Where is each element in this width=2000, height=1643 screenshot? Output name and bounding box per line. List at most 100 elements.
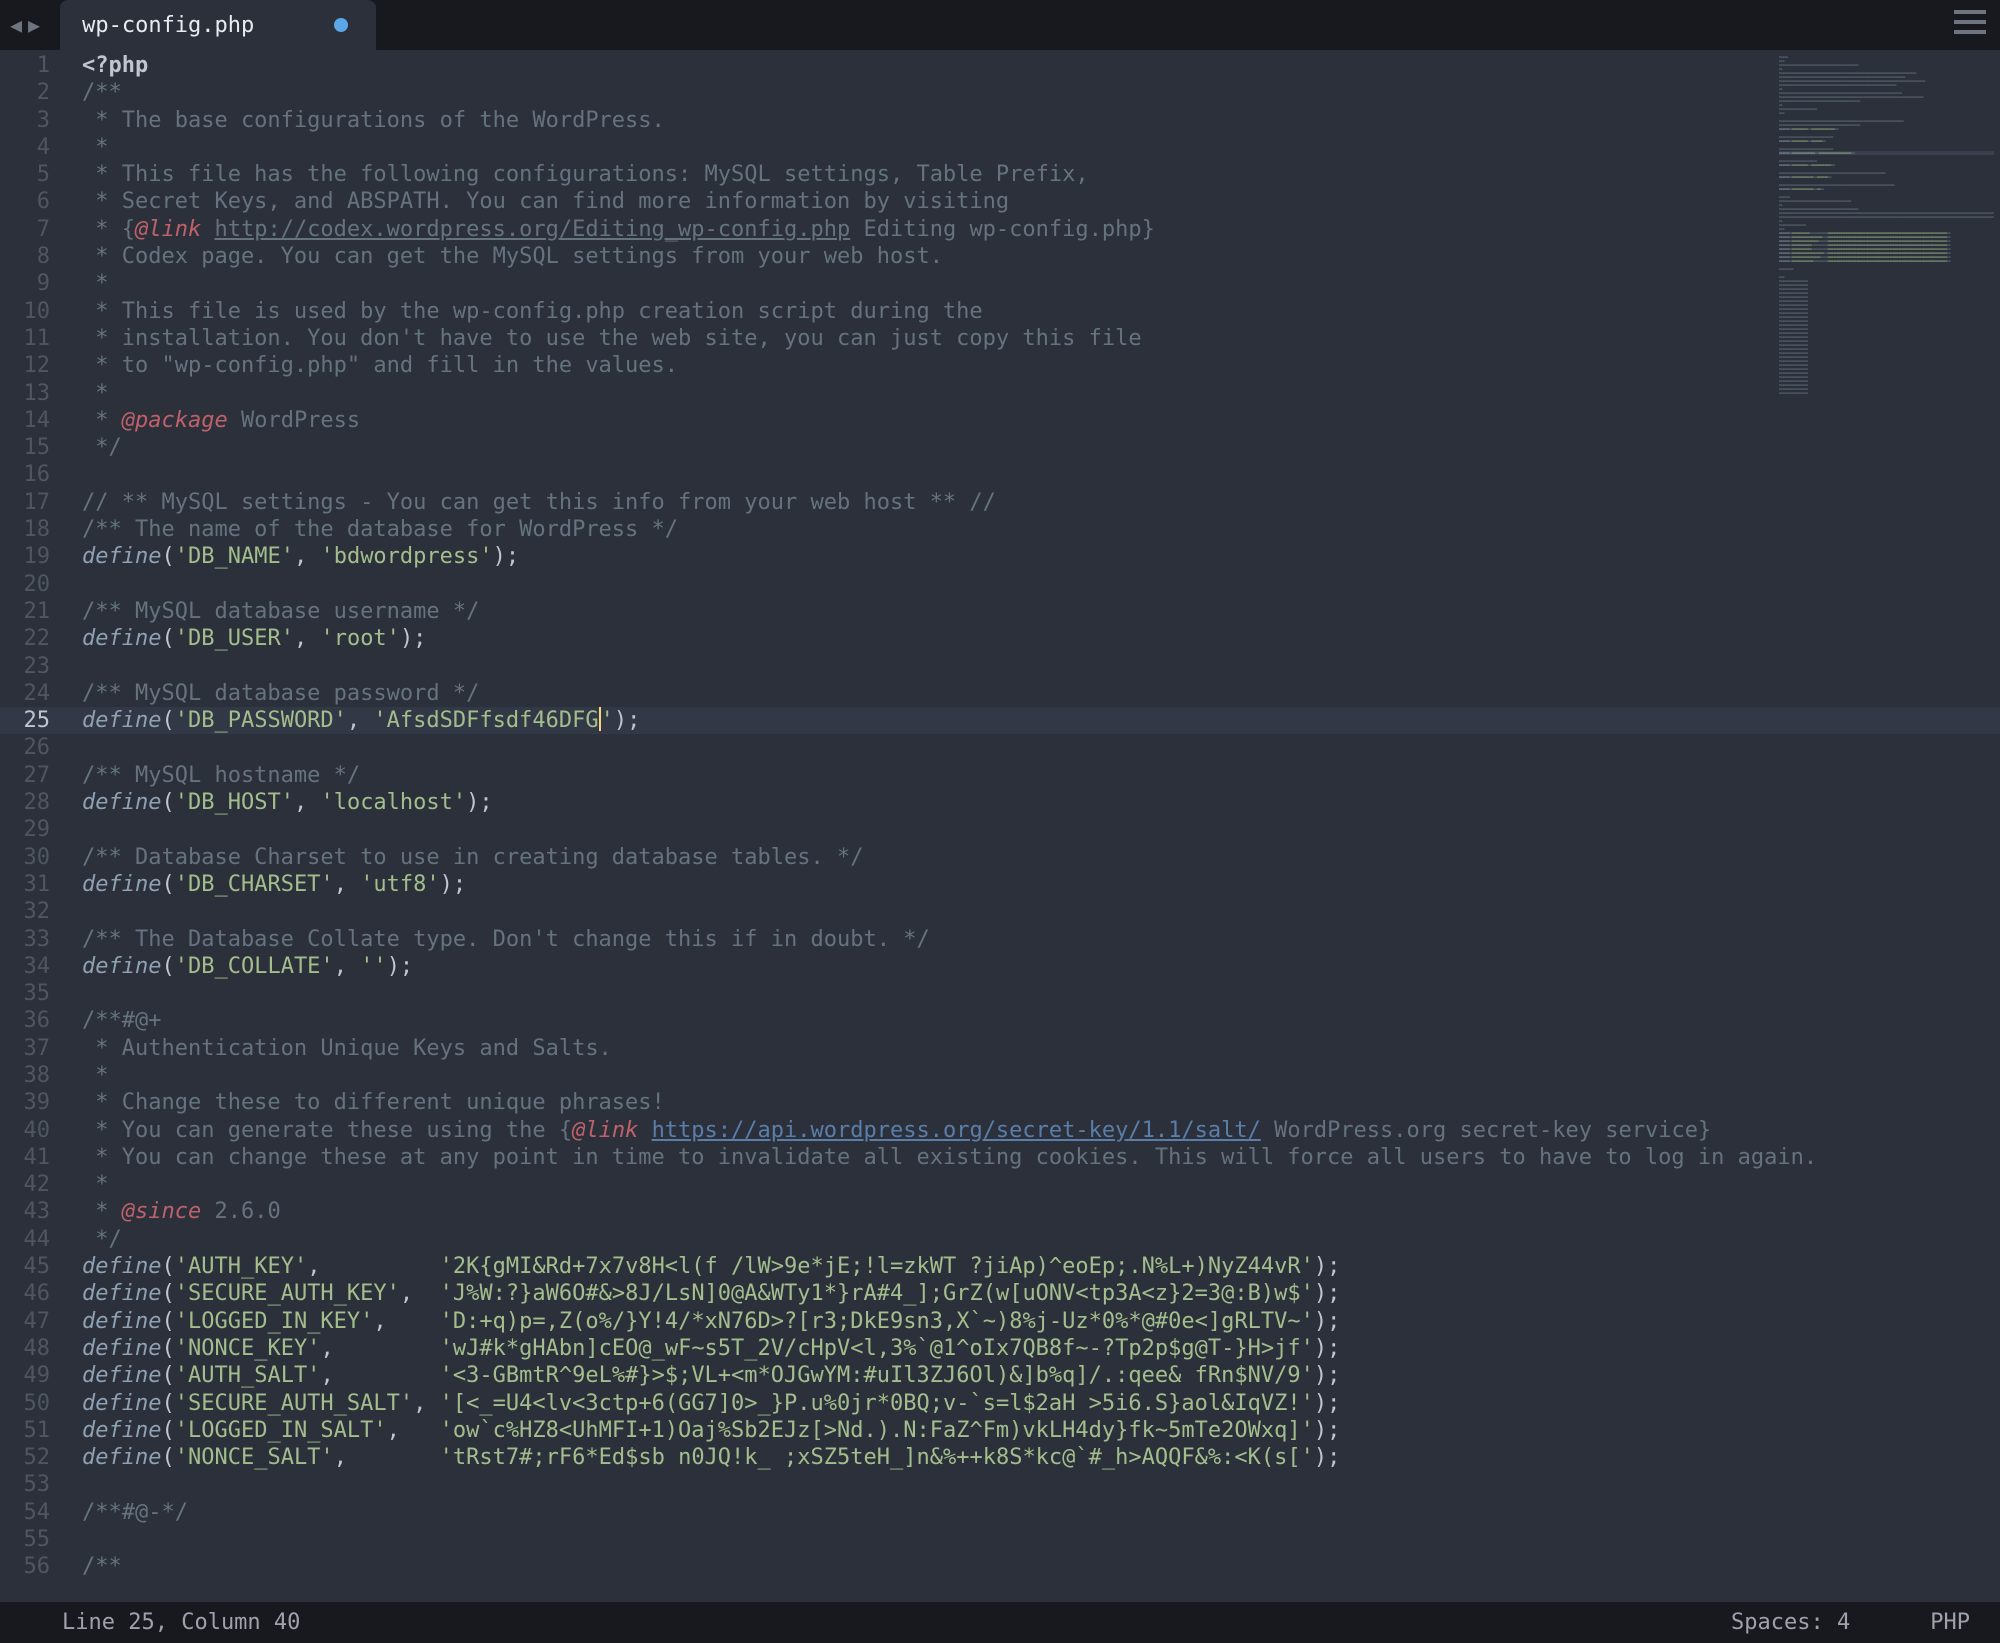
line-number: 10 (0, 298, 62, 325)
code-line[interactable]: /** (82, 79, 2000, 106)
title-bar: ◀ ▶ wp-config.php (0, 0, 2000, 50)
line-number: 41 (0, 1144, 62, 1171)
code-line[interactable]: define('DB_USER', 'root'); (82, 625, 2000, 652)
syntax-mode[interactable]: PHP (1930, 1610, 1970, 1635)
code-line[interactable]: /** MySQL database username */ (82, 598, 2000, 625)
line-number: 5 (0, 161, 62, 188)
line-number: 2 (0, 79, 62, 106)
code-line[interactable]: * (82, 270, 2000, 297)
code-line[interactable]: */ (82, 1226, 2000, 1253)
code-line[interactable]: define('DB_NAME', 'bdwordpress'); (82, 543, 2000, 570)
code-line[interactable]: * to "wp-config.php" and fill in the val… (82, 352, 2000, 379)
code-line[interactable] (82, 816, 2000, 843)
line-number: 38 (0, 1062, 62, 1089)
code-line[interactable] (82, 1471, 2000, 1498)
code-line[interactable]: define('NONCE_KEY', 'wJ#k*gHAbn]cEO@_wF~… (82, 1335, 2000, 1362)
code-line[interactable]: define('DB_CHARSET', 'utf8'); (82, 871, 2000, 898)
code-line[interactable]: * @package WordPress (82, 407, 2000, 434)
code-line[interactable]: /** MySQL database password */ (82, 680, 2000, 707)
line-number: 56 (0, 1553, 62, 1580)
line-number: 29 (0, 816, 62, 843)
code-line[interactable]: define('NONCE_SALT', 'tRst7#;rF6*Ed$sb n… (82, 1444, 2000, 1471)
code-line[interactable]: /** The Database Collate type. Don't cha… (82, 926, 2000, 953)
code-line[interactable]: define('SECURE_AUTH_KEY', 'J%W:?}aW6O#&>… (82, 1280, 2000, 1307)
cursor-position[interactable]: Line 25, Column 40 (62, 1610, 300, 1635)
code-line[interactable]: * (82, 1062, 2000, 1089)
line-number: 14 (0, 407, 62, 434)
code-line[interactable]: // ** MySQL settings - You can get this … (82, 489, 2000, 516)
code-line[interactable]: * This file is used by the wp-config.php… (82, 298, 2000, 325)
line-number: 27 (0, 762, 62, 789)
code-line[interactable]: * Authentication Unique Keys and Salts. (82, 1035, 2000, 1062)
line-number: 51 (0, 1417, 62, 1444)
code-line[interactable] (82, 571, 2000, 598)
code-editor[interactable]: <?php/** * The base configurations of th… (62, 50, 2000, 1602)
code-line[interactable]: /** (82, 1553, 2000, 1580)
code-line[interactable]: * Codex page. You can get the MySQL sett… (82, 243, 2000, 270)
line-number: 54 (0, 1499, 62, 1526)
code-line[interactable] (82, 1526, 2000, 1553)
editor-area: 1234567891011121314151617181920212223242… (0, 50, 2000, 1602)
menu-icon[interactable] (1954, 10, 1986, 34)
code-line[interactable]: * installation. You don't have to use th… (82, 325, 2000, 352)
code-line[interactable]: define('DB_PASSWORD', 'AfsdSDFfsdf46DFG'… (62, 707, 2000, 734)
line-number: 34 (0, 953, 62, 980)
code-line[interactable]: * Secret Keys, and ABSPATH. You can find… (82, 188, 2000, 215)
line-number: 48 (0, 1335, 62, 1362)
line-number: 30 (0, 844, 62, 871)
line-number: 20 (0, 571, 62, 598)
line-number: 7 (0, 216, 62, 243)
code-line[interactable]: <?php (82, 52, 2000, 79)
file-tab[interactable]: wp-config.php (60, 0, 376, 50)
code-line[interactable]: /** Database Charset to use in creating … (82, 844, 2000, 871)
code-line[interactable]: * You can change these at any point in t… (82, 1144, 2000, 1171)
line-number: 44 (0, 1226, 62, 1253)
code-line[interactable]: define('AUTH_KEY', '2K{gMI&Rd+7x7v8H<l(f… (82, 1253, 2000, 1280)
minimap[interactable]: ▬▬▬▬▬▬▬▬▬▬▬▬▬▬▬▬▬▬▬▬▬▬▬▬▬▬▬▬▬▬▬▬▬▬▬▬▬▬▬▬… (1779, 55, 1994, 395)
line-number: 50 (0, 1390, 62, 1417)
code-line[interactable] (82, 653, 2000, 680)
code-line[interactable]: * This file has the following configurat… (82, 161, 2000, 188)
line-number-gutter[interactable]: 1234567891011121314151617181920212223242… (0, 50, 62, 1602)
code-line[interactable]: /**#@+ (82, 1007, 2000, 1034)
nav-forward-icon[interactable]: ▶ (28, 13, 40, 37)
code-line[interactable]: /** MySQL hostname */ (82, 762, 2000, 789)
code-line[interactable]: * @since 2.6.0 (82, 1198, 2000, 1225)
code-line[interactable]: * {@link http://codex.wordpress.org/Edit… (82, 216, 2000, 243)
line-number: 1 (0, 52, 62, 79)
line-number: 45 (0, 1253, 62, 1280)
line-number: 19 (0, 543, 62, 570)
line-number: 3 (0, 107, 62, 134)
code-line[interactable]: */ (82, 434, 2000, 461)
code-line[interactable]: define('SECURE_AUTH_SALT', '[<_=U4<lv<3c… (82, 1390, 2000, 1417)
nav-back-icon[interactable]: ◀ (10, 13, 22, 37)
line-number: 24 (0, 680, 62, 707)
code-line[interactable]: /** The name of the database for WordPre… (82, 516, 2000, 543)
code-line[interactable]: /**#@-*/ (82, 1499, 2000, 1526)
code-line[interactable] (82, 734, 2000, 761)
line-number: 55 (0, 1526, 62, 1553)
code-line[interactable] (82, 980, 2000, 1007)
code-line[interactable]: define('DB_COLLATE', ''); (82, 953, 2000, 980)
code-line[interactable]: define('AUTH_SALT', '<3-GBmtR^9eL%#}>$;V… (82, 1362, 2000, 1389)
line-number: 52 (0, 1444, 62, 1471)
code-line[interactable]: * (82, 1171, 2000, 1198)
code-line[interactable]: * You can generate these using the {@lin… (82, 1117, 2000, 1144)
code-line[interactable] (82, 898, 2000, 925)
code-line[interactable]: * Change these to different unique phras… (82, 1089, 2000, 1116)
line-number: 22 (0, 625, 62, 652)
line-number: 18 (0, 516, 62, 543)
code-line[interactable]: define('DB_HOST', 'localhost'); (82, 789, 2000, 816)
code-line[interactable]: * (82, 134, 2000, 161)
code-line[interactable]: * The base configurations of the WordPre… (82, 107, 2000, 134)
line-number: 9 (0, 270, 62, 297)
indent-setting[interactable]: Spaces: 4 (1731, 1610, 1850, 1635)
code-line[interactable] (82, 461, 2000, 488)
code-line[interactable]: define('LOGGED_IN_KEY', 'D:+q)p=,Z(o%/}Y… (82, 1308, 2000, 1335)
modified-dot-icon (334, 18, 348, 32)
line-number: 8 (0, 243, 62, 270)
code-line[interactable]: * (82, 380, 2000, 407)
line-number: 25 (0, 707, 62, 734)
line-number: 42 (0, 1171, 62, 1198)
code-line[interactable]: define('LOGGED_IN_SALT', 'ow`c%HZ8<UhMFI… (82, 1417, 2000, 1444)
